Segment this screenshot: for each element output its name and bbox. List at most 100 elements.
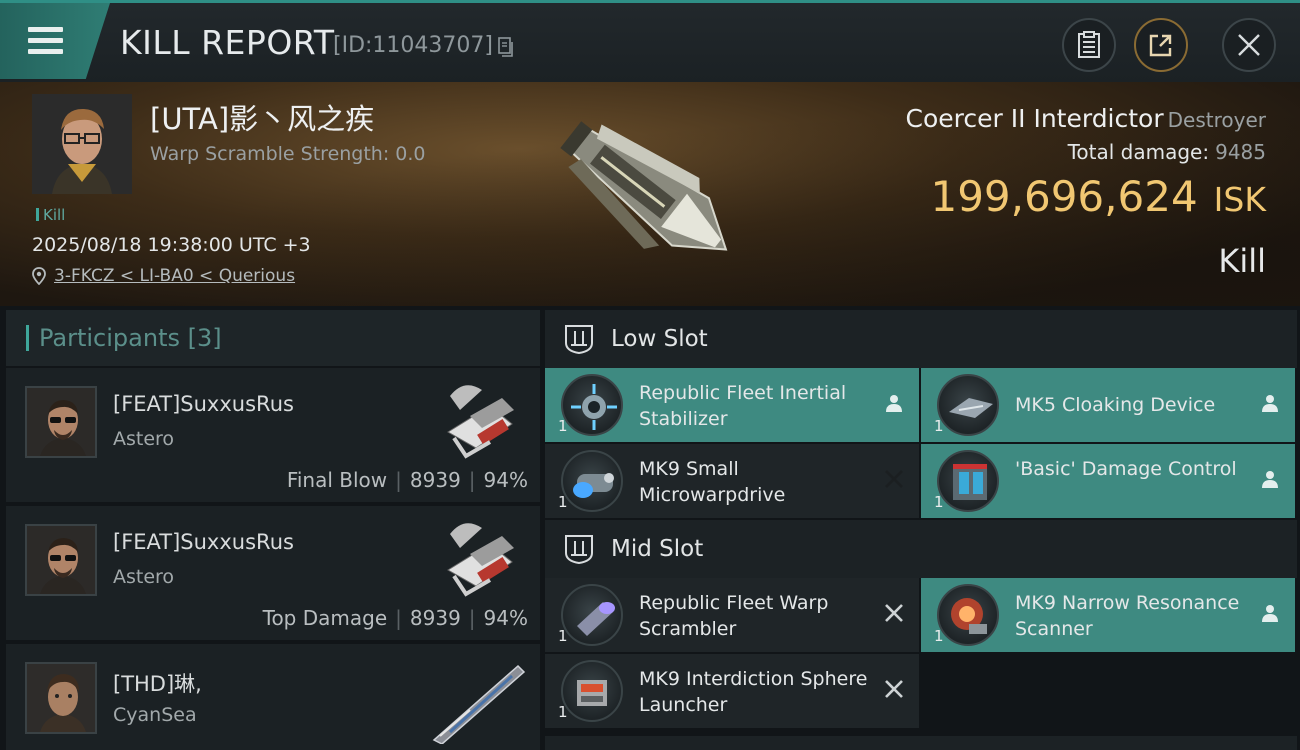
participant-ship: Astero: [113, 428, 175, 450]
result-label: Kill: [1218, 242, 1266, 280]
module-qty: 1: [934, 627, 944, 645]
module-name: Republic Fleet Warp Scrambler: [639, 592, 829, 640]
participant-role: Final Blow: [286, 468, 388, 492]
participant-avatar-image: [27, 388, 95, 456]
kill-id: [ID:11043707]: [333, 33, 493, 58]
low-slot-row: 1 Republic Fleet Inertial Stabilizer 1 M…: [545, 368, 1297, 444]
empty-slot: [921, 654, 1295, 728]
ship-type: Coercer II Interdictor: [905, 104, 1164, 133]
participant-avatar-image: [27, 664, 95, 732]
participant-name[interactable]: [THD]琳,: [113, 668, 202, 698]
mid-slot-icon: [565, 535, 593, 565]
module-qty: 1: [558, 493, 568, 511]
participants-header: Participants [3]: [6, 310, 540, 366]
person-icon: [886, 395, 902, 412]
module-name: MK5 Cloaking Device: [1015, 394, 1216, 416]
clipboard-button[interactable]: [1062, 18, 1116, 72]
participant-ship-image[interactable]: [430, 376, 526, 464]
participant-card[interactable]: [THD]琳, CyanSea: [6, 644, 540, 750]
participant-stats: Top Damage | 8939 | 94%: [262, 606, 528, 630]
person-icon: [1262, 605, 1278, 622]
cloak-icon: [937, 374, 999, 436]
person-icon: [1262, 471, 1278, 488]
victim-portrait[interactable]: [32, 94, 132, 194]
low-slot-header: Low Slot: [545, 310, 1297, 368]
participants-panel: Participants [3] [FEAT]SuxxusRus Astero …: [6, 310, 540, 750]
low-slot-title: Low Slot: [611, 326, 708, 352]
module-item[interactable]: 1 Republic Fleet Inertial Stabilizer: [545, 368, 919, 442]
share-button[interactable]: [1134, 18, 1188, 72]
mid-slot-row: 1 Republic Fleet Warp Scrambler 1 MK9 Na…: [545, 578, 1297, 654]
isk-unit: ISK: [1213, 180, 1266, 219]
copy-icon[interactable]: [498, 37, 514, 57]
mid-slot-row: 1 MK9 Interdiction Sphere Launcher: [545, 654, 1297, 730]
low-slot-row: 1 MK9 Small Microwarpdrive 1 'Basic' Dam…: [545, 444, 1297, 520]
avatar[interactable]: [25, 524, 97, 596]
menu-button[interactable]: [0, 3, 110, 79]
share-icon: [1149, 34, 1172, 57]
location-pin-icon: [32, 267, 46, 285]
module-item[interactable]: 1 MK5 Cloaking Device: [921, 368, 1295, 442]
close-button[interactable]: [1222, 18, 1276, 72]
isk-value: 199,696,624 ISK: [930, 172, 1266, 221]
isk-amount: 199,696,624: [930, 172, 1198, 221]
module-name: 'Basic' Damage Control: [1015, 458, 1237, 480]
module-item[interactable]: 1 MK9 Small Microwarpdrive: [545, 444, 919, 518]
person-icon: [1262, 395, 1278, 412]
total-damage-label: Total damage:: [1067, 140, 1210, 164]
page-title: KILL REPORT: [120, 23, 335, 62]
launcher-icon: [561, 660, 623, 722]
next-slot-header: [545, 736, 1297, 750]
mid-slot-title: Mid Slot: [611, 536, 704, 562]
participant-name[interactable]: [FEAT]SuxxusRus: [113, 530, 294, 554]
scrambler-icon: [561, 584, 623, 646]
module-name: MK9 Small Microwarpdrive: [639, 458, 786, 506]
total-damage-value: 9485: [1215, 140, 1266, 164]
participant-ship: CyanSea: [113, 704, 197, 726]
module-name: Republic Fleet Inertial Stabilizer: [639, 382, 847, 430]
module-item[interactable]: 1 MK9 Interdiction Sphere Launcher: [545, 654, 919, 728]
location-link[interactable]: 3-FKCZ < LI-BA0 < Querious: [54, 266, 295, 286]
destroyed-icon: [885, 604, 903, 622]
participant-ship: Astero: [113, 566, 175, 588]
module-item[interactable]: 1 MK9 Narrow Resonance Scanner: [921, 578, 1295, 652]
participant-card[interactable]: [FEAT]SuxxusRus Astero Top Damage | 8939 | 9…: [6, 506, 540, 640]
participant-avatar-image: [27, 526, 95, 594]
damage-control-icon: [937, 450, 999, 512]
avatar[interactable]: [25, 386, 97, 458]
ship-class: Destroyer: [1167, 108, 1266, 132]
participant-role: Top Damage: [262, 606, 388, 630]
module-name: MK9 Narrow Resonance Scanner: [1015, 592, 1240, 640]
victim-name[interactable]: [UTA]影丶风之疾: [150, 96, 374, 138]
stabilizer-icon: [561, 374, 623, 436]
avatar[interactable]: [25, 662, 97, 734]
victim-avatar-image: [32, 94, 132, 194]
participant-percent: 94%: [483, 606, 528, 630]
close-icon: [1238, 34, 1260, 56]
mwd-icon: [561, 450, 623, 512]
top-bar: KILL REPORT [ID:11043707]: [0, 0, 1300, 82]
module-qty: 1: [558, 703, 568, 721]
participant-ship-image[interactable]: [430, 656, 526, 744]
ship-name[interactable]: Coercer II Interdictor Destroyer: [906, 104, 1266, 133]
participant-name[interactable]: [FEAT]SuxxusRus: [113, 392, 294, 416]
warp-scramble-strength: Warp Scramble Strength: 0.0: [150, 143, 426, 165]
victim-hero: [UTA]影丶风之疾 Warp Scramble Strength: 0.0 K…: [0, 82, 1300, 306]
participants-title: Participants [3]: [39, 324, 222, 352]
participant-stats: Final Blow | 8939 | 94%: [286, 468, 528, 492]
participant-percent: 94%: [483, 468, 528, 492]
kill-location[interactable]: 3-FKCZ < LI-BA0 < Querious: [32, 266, 295, 286]
module-name: MK9 Interdiction Sphere Launcher: [639, 668, 868, 716]
participant-ship-image[interactable]: [430, 514, 526, 602]
victim-ship-image[interactable]: [528, 90, 768, 300]
scanner-icon: [937, 584, 999, 646]
module-item[interactable]: 1 'Basic' Damage Control: [921, 444, 1295, 518]
participant-damage: 8939: [409, 606, 461, 630]
hamburger-icon[interactable]: [28, 27, 63, 55]
clipboard-icon: [1078, 31, 1100, 58]
module-qty: 1: [934, 417, 944, 435]
participant-damage: 8939: [409, 468, 461, 492]
module-qty: 1: [558, 627, 568, 645]
module-item[interactable]: 1 Republic Fleet Warp Scrambler: [545, 578, 919, 652]
participant-card[interactable]: [FEAT]SuxxusRus Astero Final Blow | 8939 | 9…: [6, 368, 540, 502]
